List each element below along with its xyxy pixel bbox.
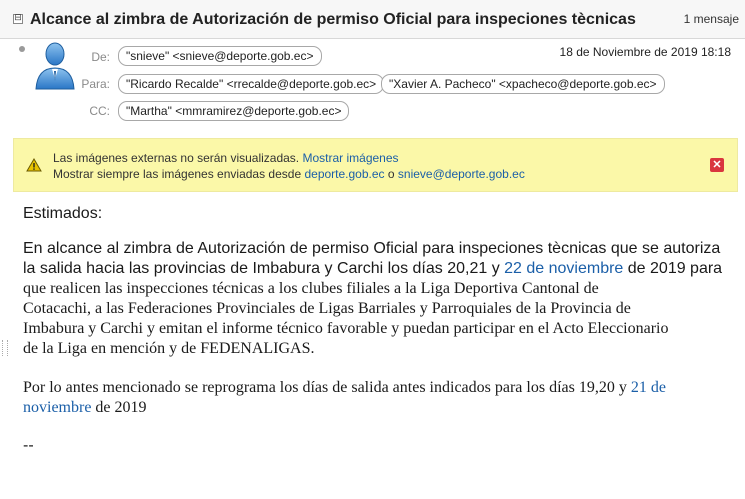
pane-resize-handle[interactable] bbox=[2, 340, 8, 356]
notice-text: Las imágenes externas no serán visualiza… bbox=[53, 151, 300, 165]
date-link[interactable]: 22 de noviembre bbox=[504, 260, 623, 277]
cc-recipient[interactable]: "Martha" <mmramirez@deporte.gob.ec> bbox=[118, 101, 350, 121]
from-address[interactable]: "snieve" <snieve@deporte.gob.ec> bbox=[118, 46, 322, 66]
or-text: o bbox=[387, 167, 395, 181]
warning-icon bbox=[26, 158, 42, 172]
message-date: 18 de Noviembre de 2019 18:18 bbox=[559, 45, 731, 59]
read-status-dot-icon[interactable] bbox=[19, 46, 25, 52]
domain-link[interactable]: deporte.gob.ec bbox=[304, 167, 384, 181]
body-line: En alcance al zimbra de Autorización de … bbox=[23, 240, 721, 257]
sender-link[interactable]: snieve@deporte.gob.ec bbox=[398, 167, 525, 181]
body-text: de 2019 para bbox=[623, 260, 723, 277]
body-line: Por lo antes mencionado se reprograma lo… bbox=[23, 379, 666, 397]
cc-label: CC: bbox=[89, 104, 110, 118]
to-label: Para: bbox=[81, 77, 110, 91]
body-line: la salida hacia las provincias de Imbabu… bbox=[23, 260, 722, 278]
notice-line-2: Mostrar siempre las imágenes enviadas de… bbox=[53, 167, 525, 181]
message-count: 1 mensaje bbox=[683, 12, 739, 26]
collapse-icon[interactable]: ⊟ bbox=[13, 14, 23, 24]
to-recipient[interactable]: "Ricardo Recalde" <rrecalde@deporte.gob.… bbox=[118, 74, 385, 94]
signature-separator: -- bbox=[23, 437, 34, 454]
external-images-notice: Las imágenes externas no serán visualiza… bbox=[13, 138, 738, 192]
body-text: de 2019 bbox=[91, 399, 147, 416]
body-text: Por lo antes mencionado se reprograma lo… bbox=[23, 379, 631, 396]
always-show-text: Mostrar siempre las imágenes enviadas de… bbox=[53, 167, 302, 181]
subject-header: ⊟ Alcance al zimbra de Autorización de p… bbox=[0, 0, 745, 39]
greeting: Estimados: bbox=[23, 205, 103, 222]
to-recipient[interactable]: "Xavier A. Pacheco" <xpacheco@deporte.go… bbox=[381, 74, 665, 94]
body-line: de la Liga en mención y de FEDENALIGAS. bbox=[23, 340, 315, 357]
date-link[interactable]: noviembre bbox=[23, 399, 91, 416]
body-line: Imbabura y Carchi y emitan el informe té… bbox=[23, 320, 669, 337]
date-link[interactable]: 21 de bbox=[631, 379, 666, 396]
body-text: la salida hacia las provincias de Imbabu… bbox=[23, 260, 505, 277]
email-subject: Alcance al zimbra de Autorización de per… bbox=[30, 11, 636, 28]
body-line: Cotacachi, a las Federaciones Provincial… bbox=[23, 300, 631, 317]
notice-line-1: Las imágenes externas no serán visualiza… bbox=[53, 151, 399, 165]
show-images-link[interactable]: Mostrar imágenes bbox=[302, 151, 398, 165]
from-label: De: bbox=[91, 50, 110, 64]
close-notice-icon[interactable]: ✕ bbox=[710, 158, 724, 172]
body-line: que realicen las inspecciones técnicas a… bbox=[23, 280, 599, 297]
body-line: noviembre de 2019 bbox=[23, 399, 147, 417]
